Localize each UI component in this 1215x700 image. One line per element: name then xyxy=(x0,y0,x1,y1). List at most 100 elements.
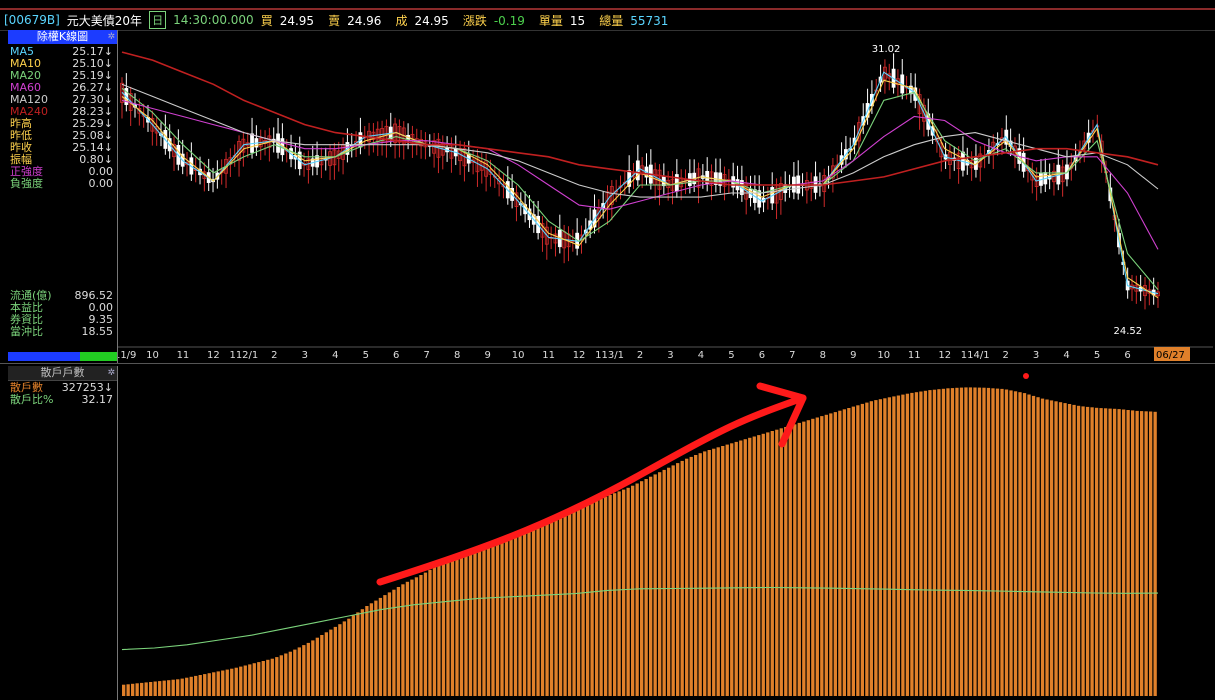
retail-bar xyxy=(347,618,351,696)
retail-bar xyxy=(594,500,599,696)
retail-bar xyxy=(567,511,572,696)
retail-bar xyxy=(158,681,162,696)
retail-bar xyxy=(824,414,828,696)
ma-legend-row: 負強度 0.00 xyxy=(10,178,115,190)
retail-bar xyxy=(1112,408,1117,696)
retail-bar xyxy=(946,388,950,696)
retail-bar xyxy=(554,516,558,696)
retail-bar xyxy=(761,433,765,696)
scroll-thumb[interactable] xyxy=(80,352,117,361)
retail-bar xyxy=(374,600,378,696)
scroll-track xyxy=(8,352,80,361)
x-tick-label: 4 xyxy=(1063,350,1069,361)
retail-bar xyxy=(1148,411,1153,696)
retail-bar xyxy=(730,443,734,696)
retail-bar xyxy=(306,642,310,696)
retail-bar xyxy=(1103,408,1108,696)
bid-group: 買 24.95 xyxy=(261,12,321,29)
retail-chart[interactable] xyxy=(118,366,1213,700)
retail-bar xyxy=(284,653,288,696)
total-group: 總量 55731 xyxy=(599,12,675,29)
retail-bar xyxy=(878,399,883,696)
retail-bar xyxy=(757,435,761,696)
retail-legend-value: 32.17 xyxy=(81,393,114,406)
retail-bar xyxy=(905,393,910,696)
retail-bar xyxy=(342,621,347,696)
stock-name[interactable]: 元大美債20年 xyxy=(67,12,142,29)
retail-bar xyxy=(311,640,315,696)
retail-bar xyxy=(1117,409,1121,696)
kline-panel-title[interactable]: 除權K線圖 ✲ xyxy=(8,30,117,44)
retail-bar xyxy=(522,529,527,696)
retail-bar xyxy=(626,487,630,696)
retail-bar xyxy=(847,408,851,696)
retail-bar xyxy=(572,509,576,696)
x-tick-label: 9 xyxy=(484,350,490,361)
retail-bar xyxy=(279,655,283,696)
retail-bar xyxy=(739,440,743,696)
retail-bar xyxy=(793,424,797,696)
x-tick-label: 4 xyxy=(332,350,338,361)
retail-bar xyxy=(959,387,964,696)
x-tick-label: 114/1 xyxy=(961,350,990,361)
retail-bar xyxy=(860,403,865,696)
retail-bar xyxy=(252,663,256,696)
retail-bar xyxy=(446,560,450,696)
retail-bar xyxy=(369,603,374,696)
quote-bar: [00679B] 元大美債20年 日 14:30:00.000 買 24.95 賣… xyxy=(0,8,1215,31)
ask-group: 賣 24.96 xyxy=(328,12,388,29)
x-tick-label: 7 xyxy=(424,350,430,361)
ma-line-ma20 xyxy=(121,87,1159,291)
retail-bar xyxy=(455,556,459,696)
retail-bar xyxy=(221,670,225,696)
retail-bar xyxy=(1018,392,1022,696)
retail-bar xyxy=(991,388,995,696)
peak-dot xyxy=(1023,373,1029,379)
retail-bar xyxy=(928,390,932,696)
retail-bar xyxy=(491,542,495,696)
retail-bar xyxy=(207,673,211,696)
bid-label: 買 xyxy=(260,13,273,28)
period-button[interactable]: 日 xyxy=(149,11,167,29)
x-tick-label: 5 xyxy=(1094,350,1100,361)
x-tick-label: 6 xyxy=(393,350,399,361)
gear-icon[interactable]: ✲ xyxy=(107,30,115,44)
vol-label: 單量 xyxy=(538,13,563,28)
total-value: 55731 xyxy=(630,13,669,28)
retail-bar xyxy=(437,564,441,696)
retail-bar xyxy=(851,406,855,696)
vol-group: 單量 15 xyxy=(539,12,592,29)
retail-bar xyxy=(297,647,301,696)
candles xyxy=(120,53,1160,310)
retail-bar xyxy=(833,412,837,696)
retail-bar xyxy=(360,609,365,696)
retail-bar xyxy=(504,537,509,696)
retail-bar xyxy=(770,431,774,696)
retail-bar xyxy=(599,498,603,696)
retail-bar xyxy=(558,514,563,696)
x-tick-label: 111/9 xyxy=(118,350,136,361)
retail-bar xyxy=(941,388,946,696)
retail-bar xyxy=(243,665,247,696)
retail-bar xyxy=(1139,411,1144,696)
x-tick-label: 3 xyxy=(667,350,673,361)
stock-code[interactable]: [00679B] xyxy=(4,13,60,27)
retail-bar xyxy=(977,387,982,696)
retail-bar xyxy=(811,418,815,696)
kline-chart[interactable]: 31.02 24.52 111/9 10 11 12 112/1 2 3 4 5 6 7 8 9 10 11 12… xyxy=(118,30,1213,363)
retail-bar xyxy=(743,439,747,696)
retail-bar xyxy=(815,417,819,696)
retail-bar xyxy=(806,420,810,696)
retail-bar xyxy=(194,675,198,696)
panel-scroll-indicator[interactable] xyxy=(8,352,117,361)
retail-bar xyxy=(1121,409,1126,696)
retail-title-text: 散戶戶數 xyxy=(40,366,85,379)
retail-bar xyxy=(131,683,135,696)
retail-bar xyxy=(590,502,594,696)
retail-panel-title[interactable]: 散戶戶數 ✲ xyxy=(8,366,117,381)
retail-bar xyxy=(1004,389,1009,696)
retail-bar xyxy=(1027,394,1031,696)
retail-bar xyxy=(1067,404,1072,696)
retail-bar xyxy=(766,432,770,696)
gear-icon[interactable]: ✲ xyxy=(107,366,115,380)
